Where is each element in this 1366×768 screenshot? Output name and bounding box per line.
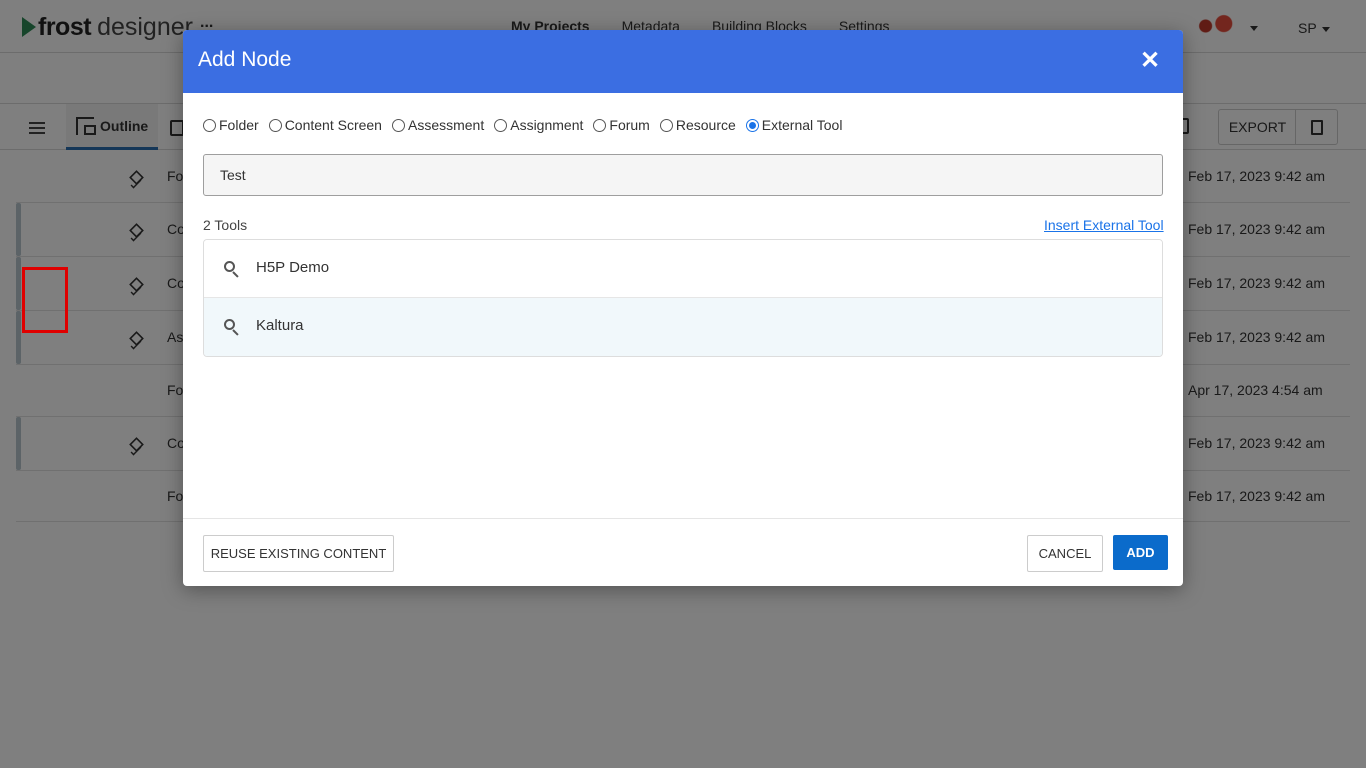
node-type-radio-group: Folder Content Screen Assessment Assignment… bbox=[203, 116, 852, 134]
dialog-footer: REUSE EXISTING CONTENT CANCEL ADD bbox=[183, 518, 1183, 586]
radio-label: Assignment bbox=[510, 117, 584, 133]
radio-option[interactable]: Forum bbox=[593, 117, 650, 133]
dialog-header: Add Node ✕ bbox=[183, 30, 1183, 93]
cancel-button[interactable]: CANCEL bbox=[1027, 535, 1103, 572]
list-item[interactable]: H5P Demo bbox=[204, 240, 1162, 298]
radio-checked-icon[interactable] bbox=[745, 118, 759, 132]
radio-unchecked-icon[interactable] bbox=[659, 118, 673, 132]
radio-label: Folder bbox=[219, 117, 259, 133]
radio-label: Resource bbox=[675, 117, 736, 133]
close-icon[interactable]: ✕ bbox=[1138, 49, 1162, 74]
dialog-title: Add Node bbox=[198, 48, 292, 71]
tool-name: H5P Demo bbox=[256, 259, 330, 276]
radio-option[interactable]: Content Screen bbox=[268, 117, 382, 133]
radio-label: Assessment bbox=[407, 117, 485, 133]
radio-unchecked-icon[interactable] bbox=[593, 118, 607, 132]
add-button[interactable]: ADD bbox=[1113, 535, 1168, 570]
tools-count: 2 Tools bbox=[203, 217, 248, 233]
add-node-dialog: Add Node ✕ Folder Content Screen Assessmen… bbox=[183, 30, 1183, 586]
radio-label: Content Screen bbox=[284, 117, 382, 133]
tool-name: Kaltura bbox=[256, 317, 304, 334]
radio-option[interactable]: Folder bbox=[203, 117, 259, 133]
insert-external-tool-link[interactable]: Insert External Tool bbox=[1044, 217, 1164, 233]
search-icon[interactable] bbox=[224, 319, 240, 336]
radio-unchecked-icon[interactable] bbox=[494, 118, 508, 132]
node-name-input[interactable] bbox=[203, 154, 1163, 196]
radio-unchecked-icon[interactable] bbox=[391, 118, 405, 132]
search-icon[interactable] bbox=[224, 261, 240, 278]
tool-list: H5P Demo Kaltura bbox=[203, 239, 1163, 357]
reuse-existing-content-button[interactable]: REUSE EXISTING CONTENT bbox=[203, 535, 394, 572]
radio-unchecked-icon[interactable] bbox=[203, 118, 216, 132]
radio-option[interactable]: Assignment bbox=[494, 117, 583, 133]
radio-option[interactable]: Resource bbox=[659, 117, 736, 133]
radio-option[interactable]: External Tool bbox=[745, 117, 843, 133]
list-item[interactable]: Kaltura bbox=[204, 298, 1162, 356]
radio-label: External Tool bbox=[761, 117, 843, 133]
radio-option[interactable]: Assessment bbox=[391, 117, 485, 133]
radio-unchecked-icon[interactable] bbox=[268, 118, 282, 132]
radio-label: Forum bbox=[609, 117, 650, 133]
